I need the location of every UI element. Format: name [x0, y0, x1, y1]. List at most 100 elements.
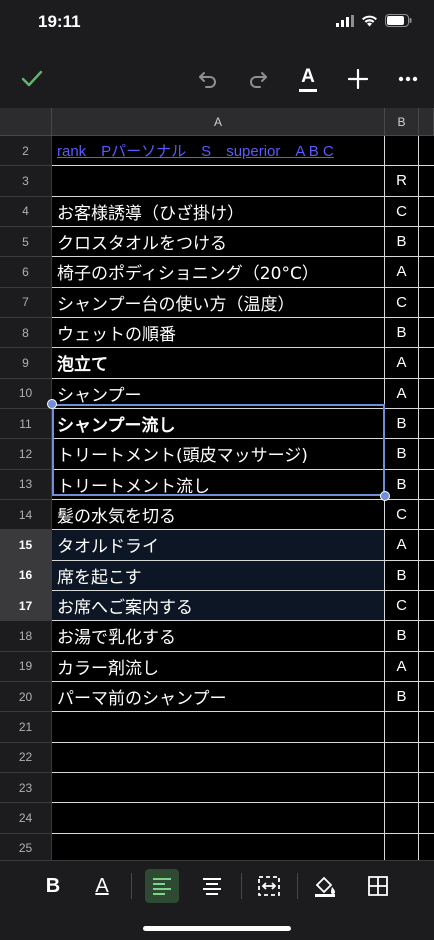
selection-handle-start[interactable]	[47, 399, 57, 409]
cell-b[interactable]: B	[385, 226, 419, 258]
row-header[interactable]: 14	[0, 499, 52, 531]
row-header[interactable]: 18	[0, 621, 52, 652]
cell-b[interactable]: B	[385, 621, 419, 652]
cell-b[interactable]	[385, 772, 419, 804]
row-header[interactable]: 6	[0, 257, 52, 288]
cell-a[interactable]: 席を起こす	[52, 560, 385, 591]
row-header[interactable]: 21	[0, 712, 52, 743]
cell-c[interactable]	[419, 652, 434, 682]
cell-b[interactable]: C	[385, 499, 419, 531]
column-header-b[interactable]: B	[385, 108, 419, 136]
row-header[interactable]: 5	[0, 226, 52, 258]
link-cell[interactable]: rank Pパーソナル S superior A B C	[52, 136, 385, 167]
cell-b[interactable]: A	[385, 530, 419, 561]
cell-b[interactable]: B	[385, 408, 419, 440]
cell-c[interactable]	[419, 530, 434, 561]
row-header[interactable]: 23	[0, 772, 52, 804]
row-header[interactable]: 17	[0, 590, 52, 622]
cell-a[interactable]: お客様誘導（ひざ掛け）	[52, 196, 385, 227]
cell-c[interactable]	[419, 136, 434, 167]
row-header[interactable]: 16	[0, 560, 52, 591]
merge-cells-button[interactable]	[252, 869, 286, 903]
cell-a[interactable]: クロスタオルをつける	[52, 226, 385, 258]
cell-b[interactable]: B	[385, 469, 419, 500]
cell-a[interactable]: ウェットの順番	[52, 317, 385, 349]
cell-a[interactable]: 髪の水気を切る	[52, 499, 385, 531]
cell-a[interactable]	[52, 166, 385, 197]
align-left-button[interactable]	[145, 869, 179, 903]
text-color-button[interactable]: A	[294, 64, 322, 94]
cell-c[interactable]	[419, 470, 434, 500]
cell-c[interactable]	[419, 682, 434, 713]
row-header[interactable]: 3	[0, 166, 52, 197]
cell-b[interactable]: B	[385, 560, 419, 591]
row-header[interactable]: 7	[0, 287, 52, 318]
confirm-button[interactable]	[18, 64, 46, 94]
row-header[interactable]: 2	[0, 136, 52, 167]
cell-b[interactable]: B	[385, 317, 419, 349]
spreadsheet-grid[interactable]: A B 2 rank Pパーソナル S superior A B C 3 R 4 お客様誘…	[0, 108, 434, 860]
cell-a[interactable]	[52, 833, 385, 860]
redo-button[interactable]	[244, 64, 272, 94]
cell-c[interactable]	[419, 348, 434, 379]
cell-c[interactable]	[419, 773, 434, 804]
more-options-button[interactable]	[394, 64, 422, 94]
cell-b[interactable]	[385, 833, 419, 860]
cell-a[interactable]: トリートメント(頭皮マッサージ)	[52, 439, 385, 470]
cell-b[interactable]	[385, 136, 419, 167]
cell-c[interactable]	[419, 318, 434, 349]
cell-b[interactable]: A	[385, 651, 419, 682]
cell-b[interactable]	[385, 712, 419, 743]
row-header[interactable]: 4	[0, 196, 52, 227]
cell-b[interactable]: C	[385, 590, 419, 622]
cell-a[interactable]: タオルドライ	[52, 530, 385, 561]
cell-c[interactable]	[419, 561, 434, 591]
cell-b[interactable]: B	[385, 439, 419, 470]
add-button[interactable]	[344, 64, 372, 94]
cell-c[interactable]	[419, 500, 434, 531]
cell-c[interactable]	[419, 803, 434, 834]
row-header[interactable]: 22	[0, 742, 52, 773]
cell-a[interactable]	[52, 712, 385, 743]
column-header-c[interactable]	[419, 108, 434, 136]
cell-a[interactable]: お湯で乳化する	[52, 621, 385, 652]
row-header[interactable]: 15	[0, 530, 52, 561]
row-header[interactable]: 20	[0, 681, 52, 713]
cell-a[interactable]: お席へご案内する	[52, 590, 385, 622]
cell-a[interactable]: パーマ前のシャンプー	[52, 681, 385, 713]
cell-c[interactable]	[419, 621, 434, 652]
cell-b[interactable]: B	[385, 681, 419, 713]
cell-b[interactable]: C	[385, 287, 419, 318]
row-header[interactable]: 13	[0, 469, 52, 500]
cell-b[interactable]	[385, 803, 419, 834]
cell-a[interactable]	[52, 803, 385, 834]
cell-a[interactable]	[52, 772, 385, 804]
undo-button[interactable]	[194, 64, 222, 94]
cell-c[interactable]	[419, 227, 434, 258]
cell-a[interactable]: カラー剤流し	[52, 651, 385, 682]
cell-c[interactable]	[419, 834, 434, 860]
cell-a[interactable]	[52, 742, 385, 773]
cell-b[interactable]: R	[385, 166, 419, 197]
row-header[interactable]: 25	[0, 833, 52, 860]
cell-c[interactable]	[419, 591, 434, 622]
cell-c[interactable]	[419, 439, 434, 470]
selection-handle-end[interactable]	[380, 491, 390, 501]
cell-b[interactable]: C	[385, 196, 419, 227]
cell-c[interactable]	[419, 379, 434, 409]
fill-color-button[interactable]	[308, 869, 342, 903]
row-header[interactable]: 19	[0, 651, 52, 682]
cell-c[interactable]	[419, 712, 434, 743]
borders-button[interactable]	[361, 869, 395, 903]
row-header[interactable]: 8	[0, 317, 52, 349]
cell-a[interactable]: 椅子のポディショニング（20°C）	[52, 257, 385, 288]
cell-c[interactable]	[419, 288, 434, 318]
cell-b[interactable]: A	[385, 257, 419, 288]
select-all-corner[interactable]	[0, 108, 52, 136]
row-header[interactable]: 24	[0, 803, 52, 834]
text-color-format-button[interactable]: A	[85, 869, 119, 903]
cell-a[interactable]: 泡立て	[52, 348, 385, 379]
cell-b[interactable]: A	[385, 348, 419, 379]
cell-a[interactable]: シャンプー流し	[52, 408, 385, 440]
row-header[interactable]: 12	[0, 439, 52, 470]
